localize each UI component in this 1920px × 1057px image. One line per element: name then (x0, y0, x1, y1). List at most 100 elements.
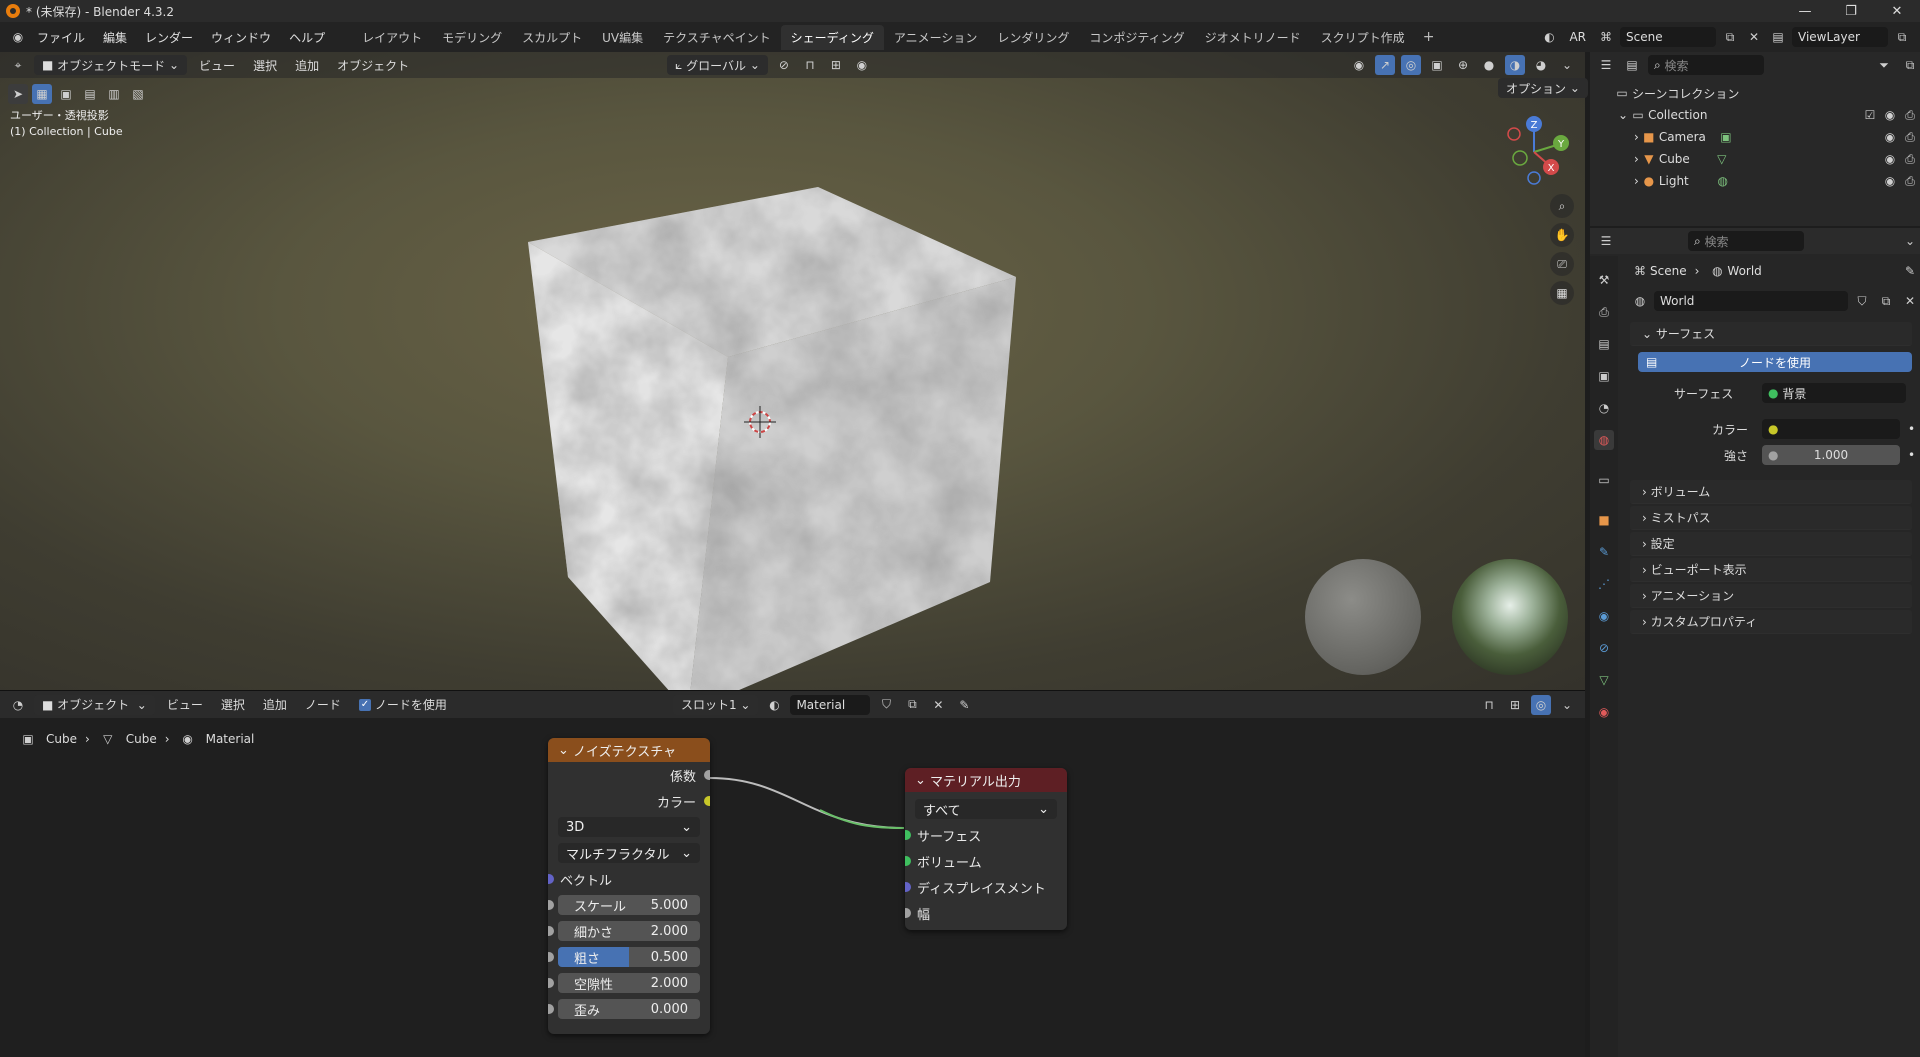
constraints-tab-icon[interactable]: ⊘ (1594, 638, 1614, 658)
outliner-search-input[interactable]: ⌕ 検索 (1648, 55, 1764, 75)
properties-options-icon[interactable]: ⌄ (1900, 231, 1920, 251)
duplicate-world-icon[interactable]: ⧉ (1876, 291, 1896, 311)
shading-wireframe-icon[interactable]: ⊕ (1453, 55, 1473, 75)
input-thickness-socket[interactable] (905, 908, 911, 918)
crumb-scene[interactable]: Scene (1650, 264, 1687, 278)
new-view-layer-icon[interactable]: ⧉ (1892, 27, 1912, 47)
visibility-icon[interactable]: ◉ (1349, 55, 1369, 75)
strength-field[interactable]: ● 1.000 (1762, 445, 1900, 465)
view-layer-field[interactable]: ViewLayer (1792, 27, 1888, 47)
fake-user-icon[interactable]: ⛉ (876, 695, 896, 715)
shading-material-icon[interactable]: ◑ (1505, 55, 1525, 75)
eye-icon[interactable]: ◉ (1880, 127, 1900, 147)
zoom-icon[interactable]: ⌕ (1550, 194, 1574, 218)
viewport-menu-add[interactable]: 追加 (289, 55, 325, 75)
lacunarity-field[interactable]: 空隙性 2.000 (558, 973, 700, 993)
shading-solid-icon[interactable]: ● (1479, 55, 1499, 75)
minimize-button[interactable]: — (1782, 0, 1828, 22)
tab-layout[interactable]: レイアウト (352, 25, 432, 50)
new-scene-icon[interactable]: ⧉ (1720, 27, 1740, 47)
render-camera-icon[interactable]: ⎙ (1900, 149, 1920, 169)
new-collection-icon[interactable]: ⧉ (1900, 55, 1920, 75)
node-overlay-icon[interactable]: ◎ (1531, 694, 1551, 715)
menu-file[interactable]: ファイル (28, 29, 94, 46)
settings-panel-header[interactable]: › 設定 (1630, 532, 1912, 556)
material-tab-icon[interactable]: ◉ (1594, 702, 1614, 722)
world-browse-icon[interactable]: ◍ (1630, 291, 1650, 311)
data-tab-icon[interactable]: ▽ (1594, 670, 1614, 690)
select-intersect-icon[interactable]: ▧ (128, 84, 148, 104)
dimension-select[interactable]: 3D ⌄ (558, 817, 700, 837)
menu-render[interactable]: レンダー (136, 29, 202, 46)
tab-compositing[interactable]: コンポジティング (1079, 25, 1194, 50)
use-nodes-checkbox[interactable]: ✓ ノードを使用 (353, 695, 453, 715)
unlink-material-icon[interactable]: ✕ (928, 695, 948, 715)
xray-icon[interactable]: ▣ (1427, 55, 1447, 75)
breadcrumb-material[interactable]: Material (206, 732, 255, 746)
material-name-field[interactable]: Material (790, 694, 871, 715)
properties-search-input[interactable]: ⌕ 検索 (1688, 231, 1804, 251)
maximize-button[interactable]: ❐ (1828, 0, 1874, 22)
eye-icon[interactable]: ◉ (1880, 171, 1900, 191)
render-camera-icon[interactable]: ⎙ (1900, 171, 1920, 191)
fake-user-icon[interactable]: ⛉ (1852, 291, 1872, 311)
keyframe-dot-icon[interactable]: • (1908, 448, 1915, 462)
menu-window[interactable]: ウィンドウ (202, 29, 280, 46)
blender-menu-icon[interactable]: ◉ (8, 27, 28, 47)
noise-texture-node[interactable]: ⌄ ノイズテクスチャ 係数 カラー 3D ⌄ マルチフラクタル ⌄ ベクトル スケー… (548, 738, 710, 1034)
material-browse-icon[interactable]: ◐ (764, 695, 784, 715)
scene-tab-icon[interactable]: ◔ (1594, 398, 1614, 418)
viewport-options-button[interactable]: オプション ⌄ (1498, 78, 1588, 98)
node-overlay-options-icon[interactable]: ⌄ (1557, 695, 1577, 715)
pin-icon[interactable]: ✎ (1900, 261, 1920, 281)
viewport-menu-select[interactable]: 選択 (247, 55, 283, 75)
view-layer-tab-icon[interactable]: ▣ (1594, 366, 1614, 386)
input-surface-socket[interactable] (905, 830, 911, 840)
node-menu-add[interactable]: 追加 (257, 695, 293, 715)
render-camera-icon[interactable]: ⎙ (1900, 127, 1920, 147)
scale-field[interactable]: スケール 5.000 (558, 895, 700, 915)
output-tab-icon[interactable]: ▤ (1594, 334, 1614, 354)
output-target-select[interactable]: すべて ⌄ (915, 799, 1057, 819)
tab-modeling[interactable]: モデリング (432, 25, 512, 50)
select-subtract-icon[interactable]: ▤ (80, 84, 100, 104)
scene-field[interactable]: Scene (1620, 27, 1716, 47)
remove-scene-icon[interactable]: ✕ (1744, 27, 1764, 47)
collapse-chevron-icon[interactable]: ⌄ (915, 773, 926, 788)
breadcrumb-mesh[interactable]: Cube (126, 732, 157, 746)
physics-tab-icon[interactable]: ◉ (1594, 606, 1614, 626)
editor-type-icon[interactable]: ⌖ (8, 55, 28, 75)
material-output-node[interactable]: ⌄ マテリアル出力 すべて ⌄ サーフェス ボリューム ディスプレイスメント 幅 (905, 768, 1067, 930)
shading-rendered-icon[interactable]: ◕ (1531, 55, 1551, 75)
select-invert-icon[interactable]: ▥ (104, 84, 124, 104)
gizmo-toggle-icon[interactable]: ↗ (1375, 55, 1395, 75)
node-object-type-select[interactable]: ■ オブジェクト ⌄ (34, 694, 155, 715)
viewport-menu-view[interactable]: ビュー (193, 55, 241, 75)
pivot-icon[interactable]: ⊘ (774, 55, 794, 75)
render-engine-select[interactable]: AR (1563, 27, 1592, 47)
scene-collection-row[interactable]: ▭ シーンコレクション (1590, 82, 1920, 104)
exclude-checkbox-icon[interactable]: ☑ (1860, 105, 1880, 125)
navigation-gizmo[interactable]: Z Y X (1490, 112, 1570, 192)
use-nodes-button[interactable]: ▤ ノードを使用 (1638, 352, 1912, 372)
output-color-socket[interactable] (704, 796, 710, 806)
pin-icon[interactable]: ✎ (954, 695, 974, 715)
node-menu-node[interactable]: ノード (299, 695, 347, 715)
roughness-field[interactable]: 粗さ 0.500 (558, 947, 700, 967)
tab-shading[interactable]: シェーディング (780, 24, 884, 50)
tab-texture-paint[interactable]: テクスチャペイント (653, 25, 781, 50)
camera-view-icon[interactable]: ⎚ (1550, 252, 1574, 276)
tab-geometry-nodes[interactable]: ジオメトリノード (1195, 25, 1311, 50)
close-button[interactable]: ✕ (1874, 0, 1920, 22)
output-fac-socket[interactable] (704, 770, 710, 780)
snap-settings-icon[interactable]: ⊞ (826, 55, 846, 75)
tab-rendering[interactable]: レンダリング (987, 25, 1079, 50)
viewport-display-panel-header[interactable]: › ビューポート表示 (1630, 558, 1912, 582)
viewport-3d[interactable] (0, 52, 1585, 690)
modifier-tab-icon[interactable]: ✎ (1594, 542, 1614, 562)
object-tab-icon[interactable]: ■ (1594, 510, 1614, 530)
input-volume-socket[interactable] (905, 856, 911, 866)
render-tab-icon[interactable]: ⎙ (1594, 302, 1614, 322)
overlay-toggle-icon[interactable]: ◎ (1401, 55, 1421, 75)
node-menu-view[interactable]: ビュー (161, 695, 209, 715)
